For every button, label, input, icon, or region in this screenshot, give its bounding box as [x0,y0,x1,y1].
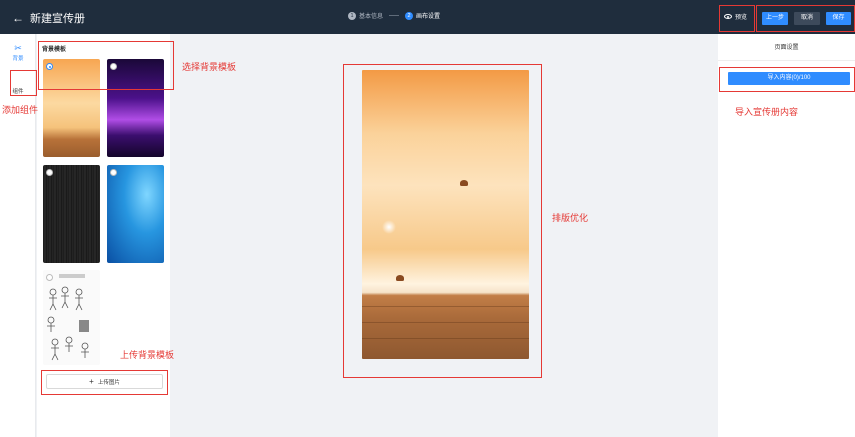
annotation-import-content: 导入宣传册内容 [735,107,799,117]
step-divider [389,15,400,16]
annotation-select-background: 选择背景模板 [182,62,237,72]
sketch-figures-image [47,274,89,361]
template-radio[interactable] [46,169,53,176]
annotation-box-component [10,70,37,96]
divider [718,60,855,61]
step-label: 画布设置 [416,14,441,20]
template-thumbnail-sketch[interactable] [43,270,100,365]
annotation-box-canvas [343,64,542,378]
template-thumbnail-blue[interactable] [107,165,164,263]
step-canvas-settings[interactable]: 2 画布设置 [405,11,440,20]
annotation-upload-background: 上传背景模板 [120,350,175,360]
step-number: 1 [348,11,356,20]
rail-item-background[interactable]: ✂ 背景 [0,43,36,63]
template-thumbnail-dark[interactable] [43,165,100,263]
step-basic-info[interactable]: 1 基本信息 [348,11,383,20]
page-title: 新建宣传册 [30,13,85,25]
template-radio[interactable] [110,169,117,176]
step-label: 基本信息 [359,14,384,20]
annotation-layout-optimize: 排版优化 [552,213,589,223]
annotation-add-component: 添加组件 [2,105,39,115]
back-button[interactable]: ← 新建宣传册 [12,10,85,26]
page-settings-panel: 页面设置 导入内容(0)/100 [718,34,855,437]
arrow-left-icon: ← [12,11,24,25]
step-number: 2 [405,11,414,20]
annotation-box-import [719,67,855,92]
annotation-box-upload [41,370,168,395]
template-radio[interactable] [46,274,53,281]
annotation-box-preview [719,5,755,32]
rail-item-label: 背景 [12,56,24,62]
panel-title: 页面设置 [774,45,799,51]
step-indicator: 1 基本信息 2 画布设置 [348,11,440,20]
background-icon: ✂ [14,43,22,53]
annotation-box-actions [756,5,855,32]
annotation-box-templates [38,41,174,90]
